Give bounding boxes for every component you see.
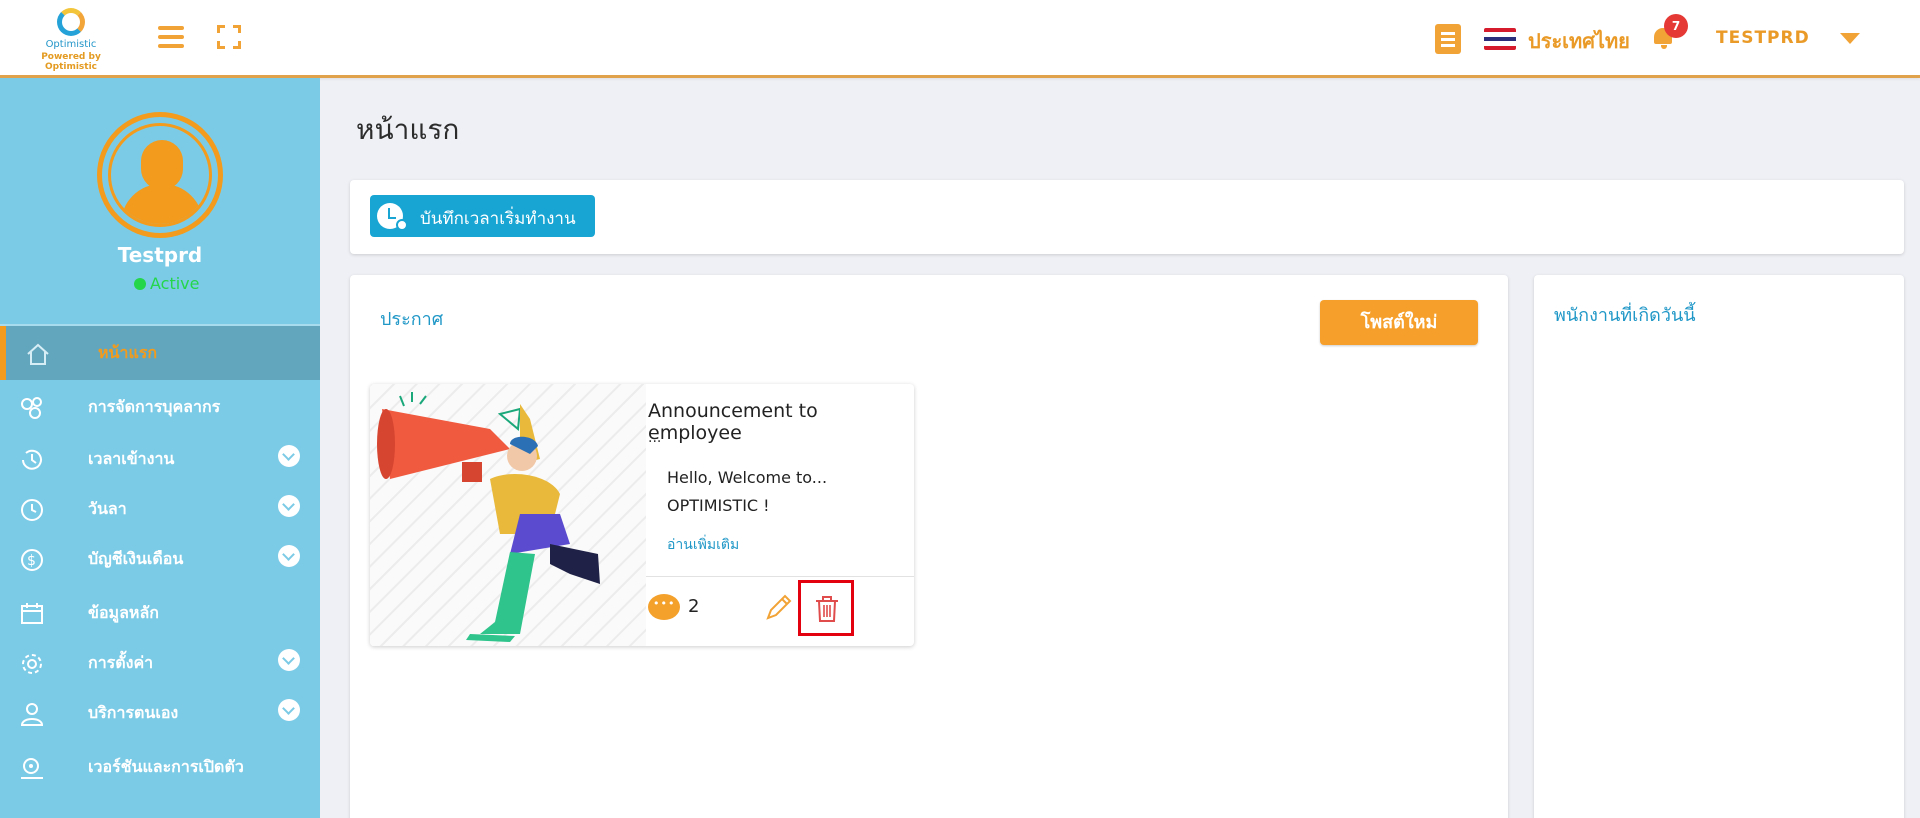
avatar[interactable] <box>97 112 223 238</box>
sidebar-item-label: บัญชีเงินเดือน <box>88 549 184 568</box>
sidebar-item-release[interactable]: เวอร์ชันและการเปิดตัว <box>0 740 320 794</box>
birthday-title: พนักงานที่เกิดวันนี้ <box>1554 305 1696 326</box>
logo-name: Optimistic <box>45 39 97 50</box>
check-icon <box>396 219 408 231</box>
people-gears-icon <box>21 397 42 419</box>
calendar-icon <box>21 603 43 624</box>
comment-icon[interactable] <box>648 594 680 620</box>
birthday-card <box>1534 275 1904 818</box>
sidebar-item-leave[interactable]: วันลา <box>0 482 320 536</box>
announcement-post[interactable]: Announcement to employee ... Hello, Welc… <box>370 384 914 646</box>
sidebar-item-label: บริการตนเอง <box>88 703 179 722</box>
sidebar-item-label: การตั้งค่า <box>88 653 154 672</box>
sidebar-item-hr[interactable]: การจัดการบุคลากร <box>0 380 320 434</box>
sidebar-item-label: ข้อมูลหลัก <box>88 603 159 622</box>
sidebar: Testprd Active หน้าแรก การจัดการบุคลากร … <box>0 78 320 818</box>
post-title-ellipsis: ... <box>648 430 662 446</box>
sidebar-item-settings[interactable]: การตั้งค่า <box>0 636 320 690</box>
thai-flag-icon[interactable] <box>1484 28 1516 50</box>
post-body: Hello, Welcome to... <box>667 468 828 487</box>
language-selector[interactable]: ประเทศไทย <box>1528 25 1630 57</box>
dollar-icon: $ <box>21 549 43 571</box>
release-icon <box>21 758 43 779</box>
menu-icon[interactable] <box>158 26 184 48</box>
document-checklist-icon[interactable] <box>1435 24 1461 54</box>
page-title: หน้าแรก <box>356 113 460 146</box>
read-more-link[interactable]: อ่านเพิ่มเติม <box>667 534 739 556</box>
chevron-down-icon[interactable] <box>278 545 300 567</box>
clock-icon <box>21 499 43 521</box>
logo-mark-icon <box>57 8 85 36</box>
sidebar-item-home[interactable]: หน้าแรก <box>0 326 320 380</box>
divider <box>646 576 914 577</box>
svg-text:$: $ <box>27 553 36 569</box>
announcement-title: ประกาศ <box>380 309 444 330</box>
chevron-down-icon[interactable] <box>278 649 300 671</box>
top-bar: Optimistic Powered by Optimistic ประเทศไ… <box>0 0 1920 78</box>
post-title: Announcement to employee <box>648 400 818 444</box>
sidebar-item-master-data[interactable]: ข้อมูลหลัก <box>0 586 320 640</box>
chevron-down-icon[interactable] <box>1840 33 1860 44</box>
status-badge: Active <box>134 274 200 293</box>
trash-icon <box>816 596 838 622</box>
pencil-icon[interactable] <box>764 592 794 622</box>
profile-name: Testprd <box>117 243 203 267</box>
sidebar-item-attendance[interactable]: เวลาเข้างาน <box>0 432 320 486</box>
post-body-line2: OPTIMISTIC ! <box>667 496 770 515</box>
user-icon <box>20 703 44 726</box>
username[interactable]: TESTPRD <box>1716 28 1810 48</box>
sidebar-item-self-service[interactable]: บริการตนเอง <box>0 686 320 740</box>
delete-button[interactable] <box>798 580 854 636</box>
status-dot-icon <box>134 278 146 290</box>
chevron-down-icon[interactable] <box>278 699 300 721</box>
gear-icon <box>22 654 42 674</box>
sidebar-item-label: การจัดการบุคลากร <box>88 397 221 416</box>
notification-badge[interactable]: 7 <box>1664 14 1688 38</box>
fullscreen-icon[interactable] <box>217 25 241 49</box>
clock-in-button[interactable]: บันทึกเวลาเริ่มทำงาน <box>370 195 595 237</box>
sidebar-item-label: หน้าแรก <box>98 343 158 362</box>
chevron-down-icon[interactable] <box>278 445 300 467</box>
sidebar-item-label: เวอร์ชันและการเปิดตัว <box>88 757 244 776</box>
megaphone-illustration <box>370 384 646 646</box>
home-icon <box>27 343 49 365</box>
logo[interactable]: Optimistic Powered by Optimistic <box>16 8 126 72</box>
clock-history-icon <box>22 449 42 470</box>
sidebar-item-label: เวลาเข้างาน <box>88 449 175 468</box>
comment-count: 2 <box>688 596 700 617</box>
new-post-button[interactable]: โพสต์ใหม่ <box>1320 300 1478 345</box>
logo-tagline: Powered by Optimistic <box>41 52 101 72</box>
sidebar-item-label: วันลา <box>88 499 127 518</box>
chevron-down-icon[interactable] <box>278 495 300 517</box>
sidebar-item-payroll[interactable]: $ บัญชีเงินเดือน <box>0 532 320 586</box>
